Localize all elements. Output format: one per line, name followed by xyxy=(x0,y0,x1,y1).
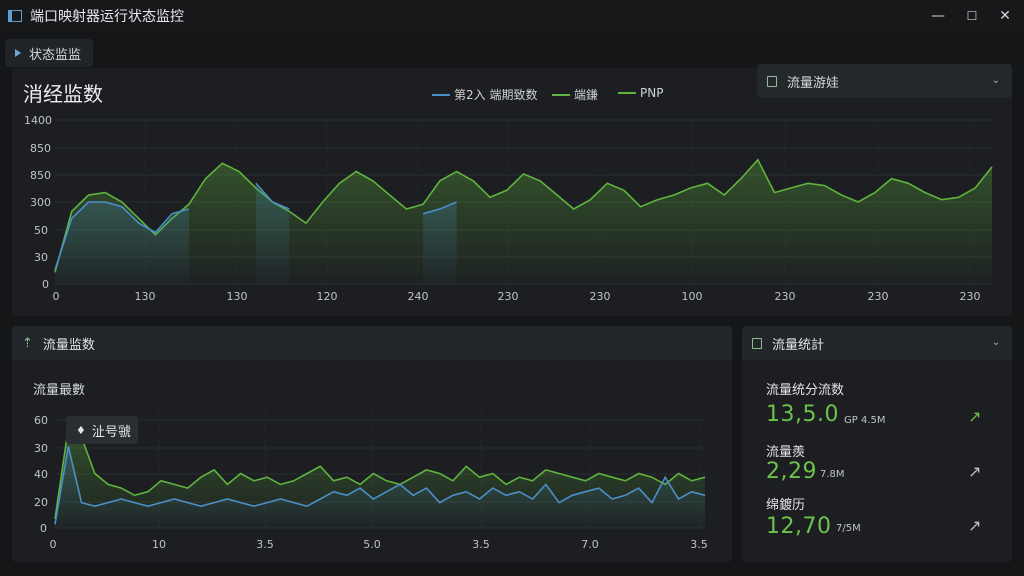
trend-up-icon: ↗ xyxy=(968,516,982,535)
stat-unit: 7/5M xyxy=(836,523,861,534)
stat-value: 2,29 xyxy=(766,459,817,484)
stat-label: 绵鍍历 xyxy=(766,498,806,513)
chevron-down-icon[interactable]: ⌄ xyxy=(992,337,1000,348)
x-tick: 3.5 xyxy=(690,538,708,551)
traffic-stats-title: 流量统計 xyxy=(772,337,825,353)
stat-label: 流量羨 xyxy=(766,445,806,460)
x-tick: 3.5 xyxy=(256,538,274,551)
trend-up-icon: ↗ xyxy=(968,407,982,426)
tooltip-text: 沚号虢 xyxy=(91,424,131,440)
chart-tooltip: ♦ 沚号虢 xyxy=(66,416,138,444)
stat-label: 流量统分流数 xyxy=(766,383,845,398)
x-tick: 5.0 xyxy=(363,538,381,551)
square-icon xyxy=(752,337,762,349)
x-tick: 10 xyxy=(152,538,166,551)
stat-value: 13,5.0 xyxy=(766,402,839,427)
x-tick: 7.0 xyxy=(581,538,599,551)
traffic-stats-header[interactable]: 流量统計 xyxy=(742,326,1012,360)
trend-up-icon: ↗ xyxy=(968,462,982,481)
x-tick: 3.5 xyxy=(472,538,490,551)
stat-unit: 7.8M xyxy=(820,469,845,480)
x-tick: 0 xyxy=(49,538,57,551)
stat-value: 12,70 xyxy=(766,514,832,539)
pin-icon: ♦ xyxy=(76,423,86,437)
stat-unit: GP 4.5M xyxy=(844,415,886,426)
